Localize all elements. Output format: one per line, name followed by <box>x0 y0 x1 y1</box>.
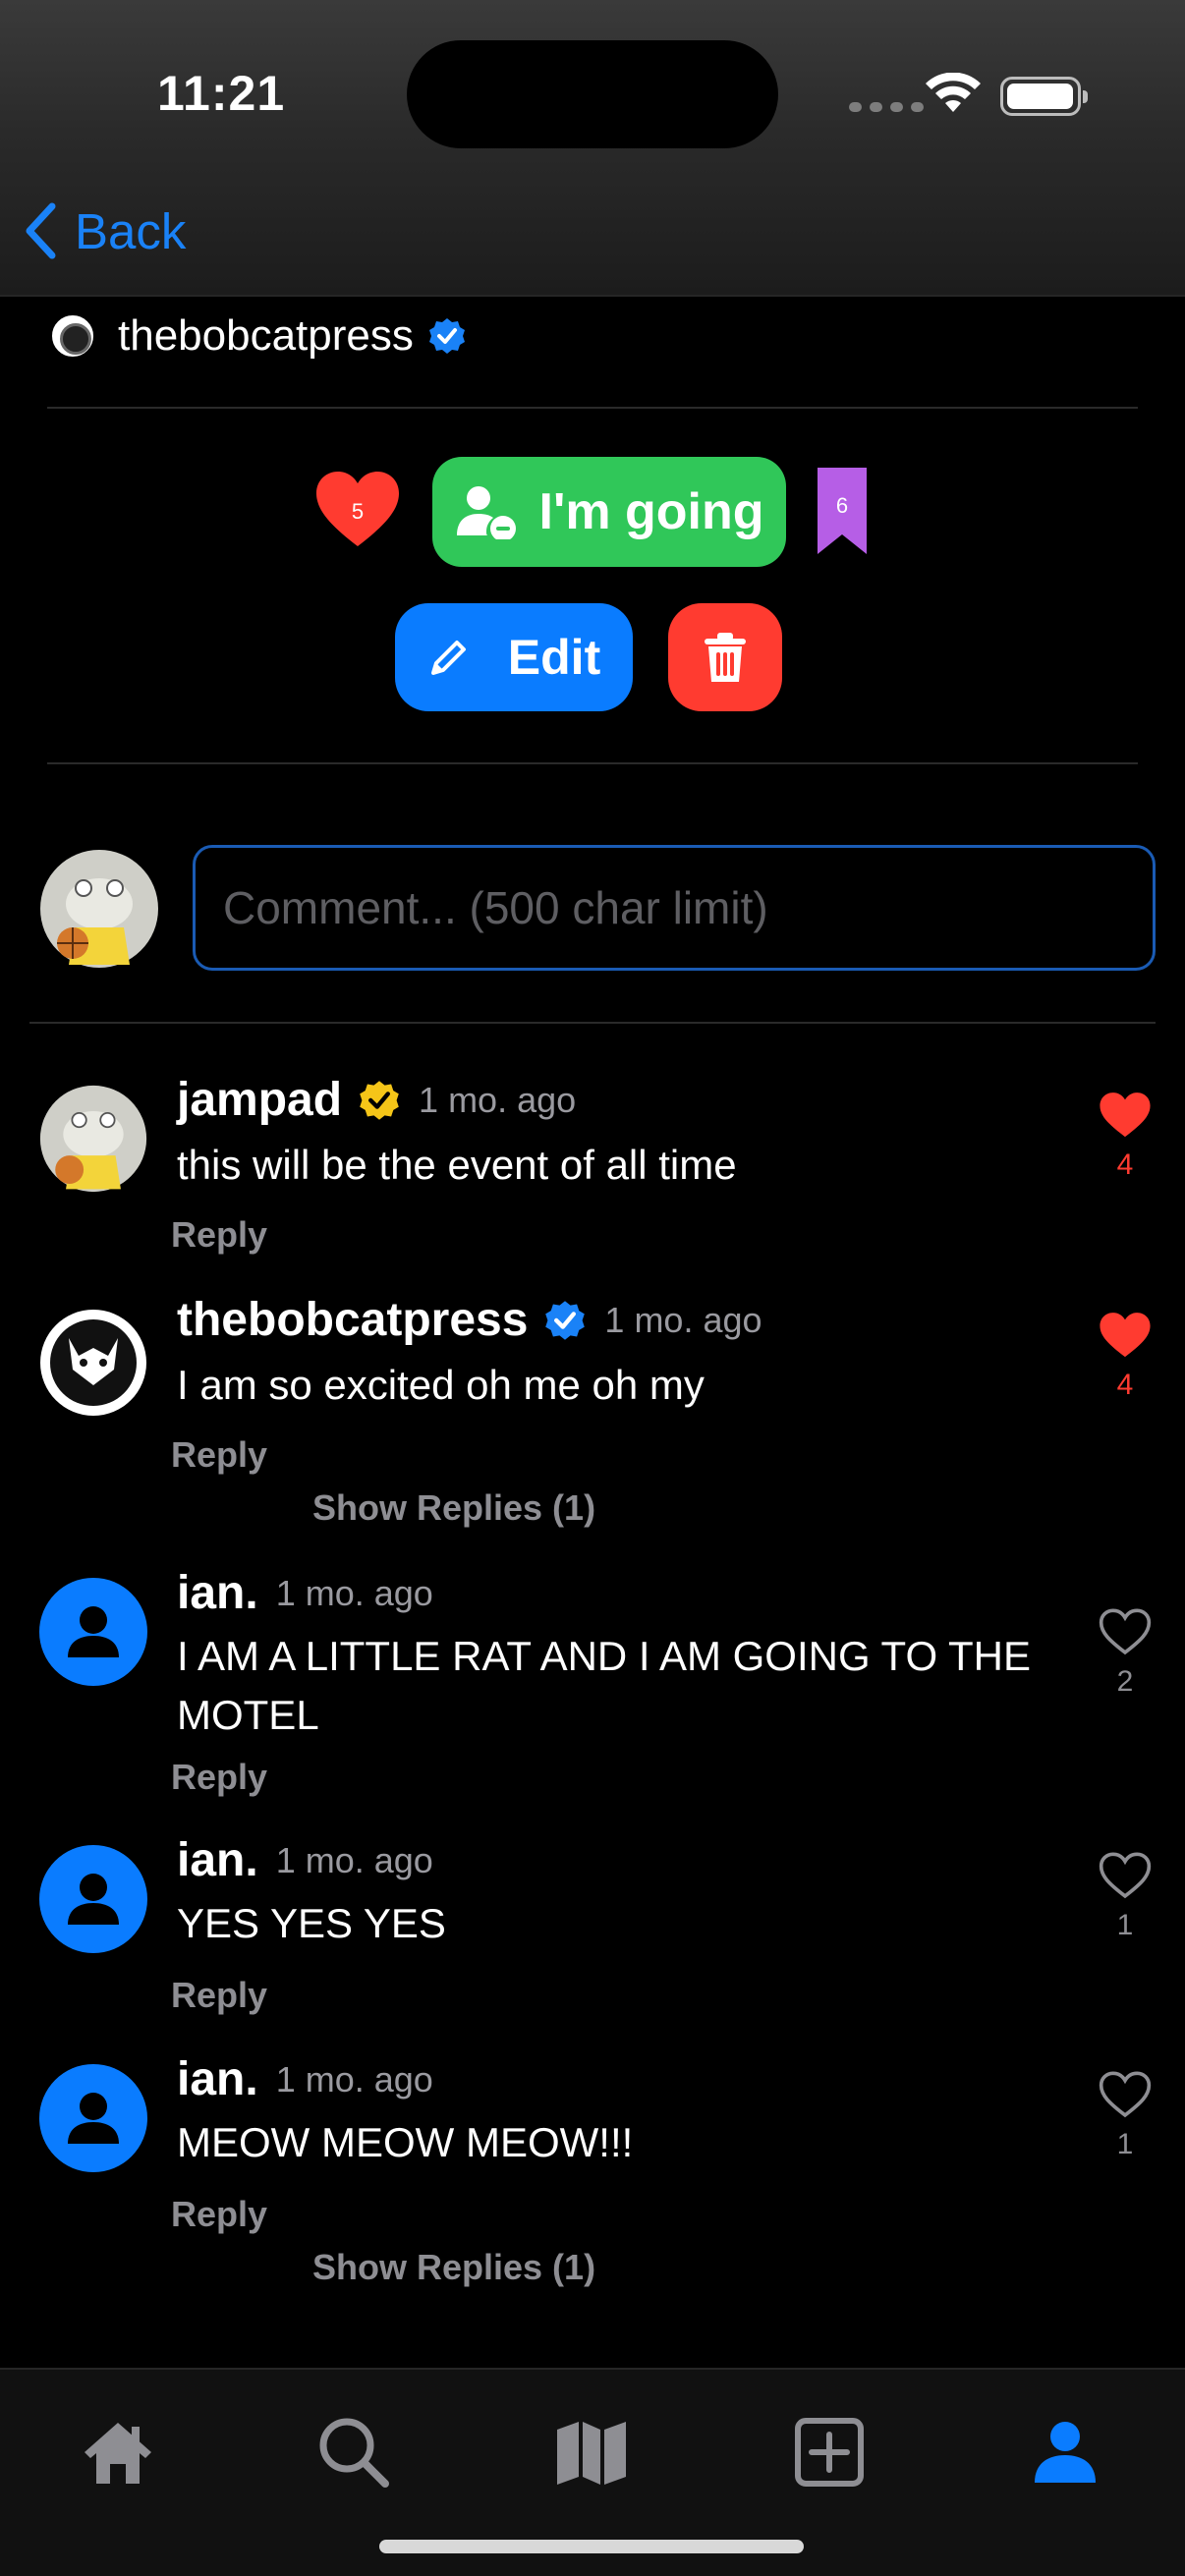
comment-like-button[interactable]: 2 <box>1093 1605 1157 1699</box>
comment-time: 1 mo. ago <box>419 1079 577 1120</box>
comment-text: I am so excited oh me oh my <box>177 1362 705 1408</box>
comment-username[interactable]: ian. <box>177 2052 258 2106</box>
comment-text: this will be the event of all time <box>177 1142 737 1188</box>
reply-button[interactable]: Reply <box>171 2194 267 2235</box>
user-avatar[interactable] <box>39 2064 147 2172</box>
gold-verified-badge-icon <box>360 1080 399 1120</box>
comment-time: 1 mo. ago <box>604 1299 762 1340</box>
reply-button[interactable]: Reply <box>171 1975 267 2016</box>
show-replies-button[interactable]: Show Replies (1) <box>312 2247 595 2288</box>
comment-like-button[interactable]: 1 <box>1093 1849 1157 1942</box>
pencil-icon <box>430 641 466 675</box>
comment-like-count: 4 <box>1116 1148 1134 1181</box>
comment-username[interactable]: ian. <box>177 1566 258 1620</box>
verified-badge-icon <box>428 318 465 354</box>
add-icon <box>795 2418 864 2487</box>
comment-time: 1 mo. ago <box>275 1839 433 1880</box>
dynamic-island <box>407 40 778 148</box>
post-author[interactable]: thebobcatpress <box>49 307 467 365</box>
person-remove-icon <box>456 486 516 539</box>
like-count: 5 <box>351 499 365 524</box>
comment-time: 1 mo. ago <box>275 1572 433 1613</box>
home-indicator <box>379 2540 804 2553</box>
heart-outline-icon <box>1099 2071 1152 2118</box>
heart-filled-icon <box>1100 1092 1151 1138</box>
comment-text: I AM A LITTLE RAT AND I AM GOING TO THE … <box>177 1633 1032 1738</box>
back-button[interactable]: Back <box>24 196 186 265</box>
verified-badge-icon <box>545 1300 586 1340</box>
going-label: I'm going <box>538 483 764 540</box>
comment-like-button[interactable]: 4 <box>1093 1089 1157 1182</box>
like-button[interactable]: 5 <box>312 464 403 554</box>
tab-home[interactable] <box>71 2405 165 2499</box>
delete-button[interactable] <box>668 603 782 711</box>
comment-like-count: 2 <box>1116 1665 1134 1698</box>
person-icon <box>68 2093 119 2144</box>
reply-button[interactable]: Reply <box>171 1214 267 1256</box>
comment-like-count: 1 <box>1116 2128 1134 2160</box>
comment-username[interactable]: thebobcatpress <box>177 1293 528 1347</box>
comment-like-button[interactable]: 1 <box>1093 2068 1157 2161</box>
divider <box>47 407 1138 409</box>
map-icon <box>557 2422 626 2485</box>
my-avatar <box>40 850 158 968</box>
edit-label: Edit <box>507 630 601 685</box>
going-button[interactable]: I'm going <box>432 457 786 567</box>
profile-icon <box>1035 2422 1096 2483</box>
chevron-left-icon <box>26 202 56 259</box>
person-icon <box>68 1874 119 1925</box>
bookmark-count: 6 <box>835 493 849 518</box>
back-label: Back <box>75 202 187 259</box>
navigation-header: 11:21 Back <box>0 0 1185 297</box>
comment-username[interactable]: jampad <box>177 1073 342 1127</box>
comment-like-count: 1 <box>1116 1909 1134 1941</box>
heart-outline-icon <box>1099 1608 1152 1655</box>
tab-search[interactable] <box>307 2405 401 2499</box>
trash-icon <box>705 633 746 682</box>
home-icon <box>85 2423 151 2484</box>
tab-map[interactable] <box>544 2405 639 2499</box>
comment-like-count: 4 <box>1116 1369 1134 1401</box>
person-icon <box>68 1606 119 1657</box>
author-name: thebobcatpress <box>118 311 414 360</box>
wifi-icon <box>926 73 981 112</box>
user-avatar[interactable] <box>39 1309 147 1417</box>
reply-button[interactable]: Reply <box>171 1757 267 1798</box>
comment-text: MEOW MEOW MEOW!!! <box>177 2119 634 2165</box>
status-time: 11:21 <box>157 66 286 121</box>
battery-icon <box>1000 77 1088 116</box>
comment-username[interactable]: ian. <box>177 1833 258 1887</box>
divider <box>29 1022 1156 1024</box>
comment-like-button[interactable]: 4 <box>1093 1309 1157 1402</box>
user-avatar[interactable] <box>39 1085 147 1193</box>
user-avatar[interactable] <box>39 1845 147 1953</box>
edit-button[interactable]: Edit <box>395 603 633 711</box>
user-avatar[interactable] <box>39 1578 147 1686</box>
cellular-signal-icon <box>849 102 924 112</box>
tab-profile[interactable] <box>1018 2405 1112 2499</box>
bookmark-button[interactable]: 6 <box>814 464 871 558</box>
comment-time: 1 mo. ago <box>275 2058 433 2100</box>
comment-input[interactable] <box>193 845 1156 971</box>
reply-button[interactable]: Reply <box>171 1434 267 1476</box>
comment-text: YES YES YES <box>177 1900 446 1946</box>
divider <box>47 762 1138 764</box>
show-replies-button[interactable]: Show Replies (1) <box>312 1487 595 1529</box>
tab-create[interactable] <box>782 2405 876 2499</box>
search-icon <box>319 2418 389 2488</box>
author-avatar <box>49 312 96 360</box>
heart-outline-icon <box>1099 1852 1152 1899</box>
heart-filled-icon <box>1100 1313 1151 1358</box>
